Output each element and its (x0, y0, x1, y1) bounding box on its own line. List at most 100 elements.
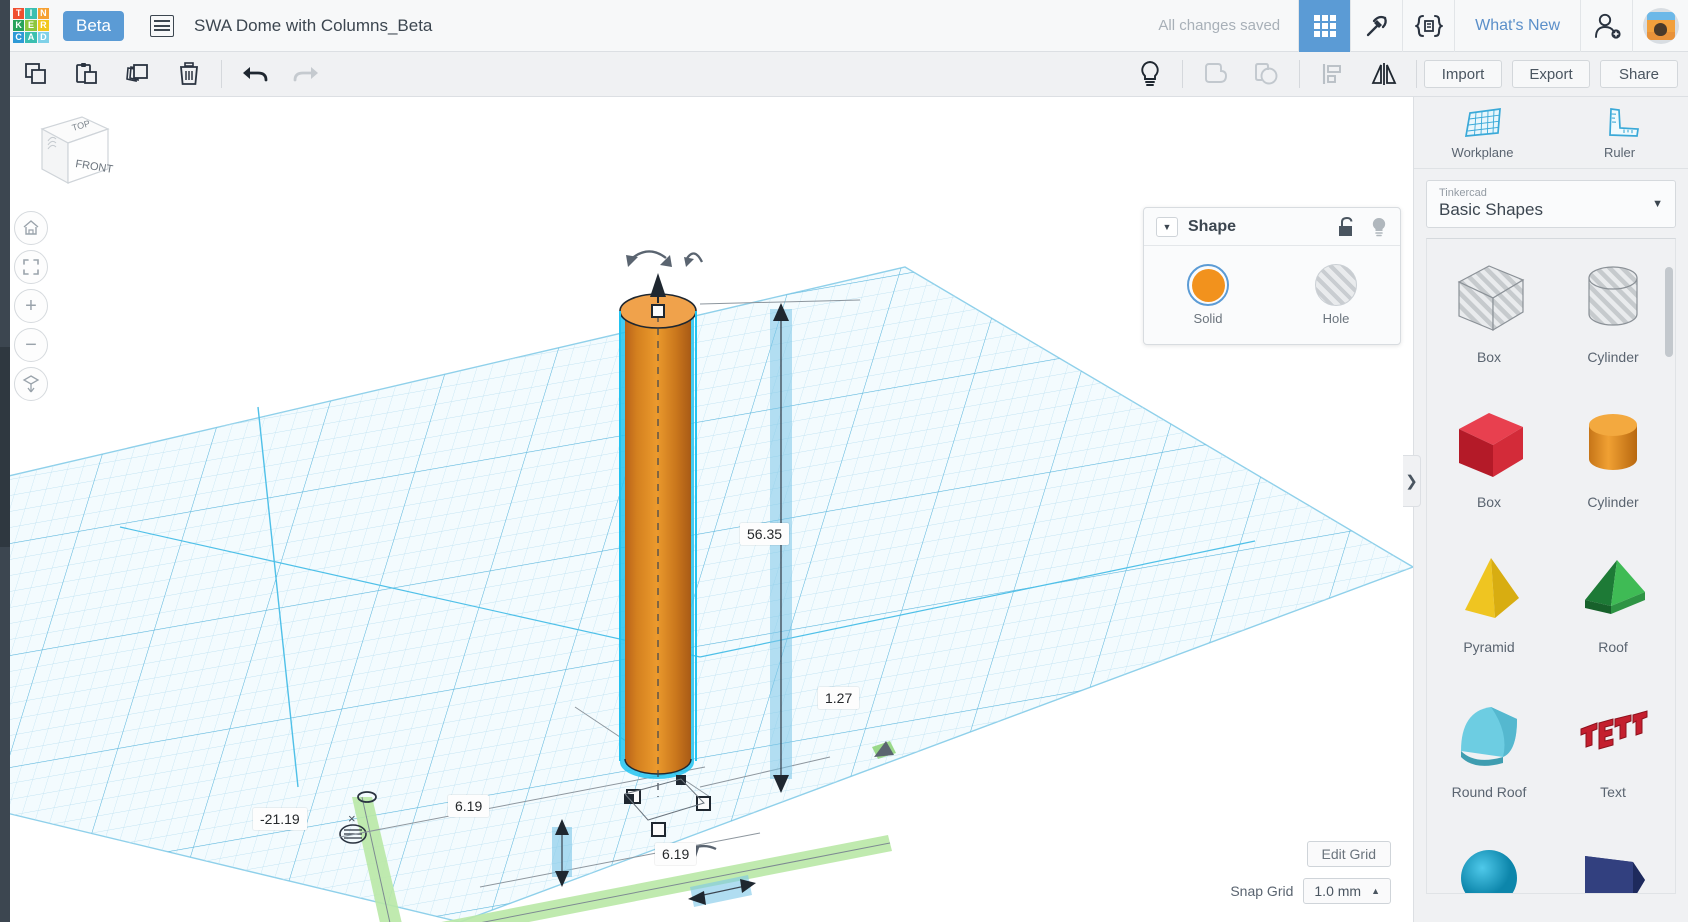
tinkercad-logo[interactable]: TINKERCAD (13, 7, 49, 44)
snap-grid-value: 1.0 mm (1314, 883, 1362, 899)
toolbar-divider-3 (1299, 60, 1300, 88)
ungroup-button[interactable] (1241, 52, 1292, 96)
snap-grid-row: Snap Grid 1.0 mm ▲ (1230, 878, 1391, 904)
copy-icon (24, 63, 46, 84)
import-button[interactable]: Import (1424, 60, 1502, 88)
whats-new-link[interactable]: What's New (1454, 0, 1580, 52)
panel-collapse-toggle[interactable]: ❯ (1403, 455, 1421, 507)
add-person-icon (1594, 13, 1621, 39)
align-button[interactable] (1307, 52, 1358, 96)
shape-properties-panel[interactable]: ▼ Shape Solid Hole (1143, 207, 1401, 345)
zoom-out-button[interactable]: − (14, 328, 48, 362)
shape-item-round-roof[interactable]: Round Roof (1427, 674, 1551, 819)
cylinder-icon (1571, 403, 1655, 488)
shape-item-hole-box[interactable]: Box (1427, 239, 1551, 384)
shape-item-hole-cylinder[interactable]: Cylinder (1551, 239, 1675, 384)
mirror-button[interactable] (1358, 52, 1409, 96)
lightbulb-icon-panel[interactable] (1370, 216, 1388, 238)
collapse-chevron-icon[interactable]: ▼ (1156, 216, 1178, 237)
ruler-icon (1608, 108, 1639, 137)
avatar-circle (1642, 7, 1679, 44)
workplane-tool-label: Workplane (1451, 145, 1514, 160)
viewport-left-rail-accent (0, 347, 10, 547)
zoom-in-button[interactable]: + (14, 289, 48, 323)
group-button[interactable] (1190, 52, 1241, 96)
width-dimension-label[interactable]: 6.19 (448, 795, 490, 817)
delete-button[interactable] (163, 52, 214, 96)
x-position-label[interactable]: -21.19 (253, 808, 307, 830)
width-dimension-indicator-left (552, 819, 572, 887)
round-roof-icon (1447, 693, 1531, 778)
grid-view-button[interactable] (1298, 0, 1351, 52)
copy-button[interactable] (10, 52, 61, 96)
shapes-grid[interactable]: Box Cylinder Box Cylinder Pyramid Roof R… (1426, 238, 1676, 894)
logo-tile-n: N (37, 7, 49, 19)
logo-tile-c: C (13, 32, 25, 44)
beta-badge[interactable]: Beta (63, 10, 124, 41)
shape-item-text-shape[interactable]: Text (1551, 674, 1675, 819)
shape-library-select[interactable]: Tinkercad Basic Shapes ▼ (1426, 180, 1676, 228)
shape-item-label: Cylinder (1587, 349, 1639, 365)
logo-tile-k: K (13, 19, 25, 32)
group-icon (1204, 63, 1227, 83)
logo-tile-i: I (25, 7, 37, 19)
view-cube[interactable]: TOP FRONT (24, 107, 114, 197)
fit-to-view-button[interactable] (14, 250, 48, 284)
redo-icon (293, 67, 318, 82)
undo-button[interactable] (229, 52, 280, 96)
library-name: Basic Shapes (1439, 200, 1543, 220)
toolbar-divider-4 (1416, 60, 1417, 88)
duplicate-icon (125, 64, 148, 83)
undo-icon (242, 67, 267, 82)
light-button[interactable] (1124, 52, 1175, 96)
shape-item-cylinder[interactable]: Cylinder (1551, 384, 1675, 529)
unlock-icon[interactable] (1336, 216, 1356, 238)
logo-tile-d: D (37, 32, 49, 44)
workplane-tool[interactable]: Workplane (1414, 97, 1551, 168)
export-button[interactable]: Export (1512, 60, 1590, 88)
shapes-sidebar: Workplane Ruler Tinkercad Basic Shapes ▼… (1413, 97, 1688, 922)
toolbar-divider (221, 60, 222, 88)
hole-option[interactable]: Hole (1315, 264, 1357, 326)
solid-option[interactable]: Solid (1187, 264, 1229, 326)
code-button[interactable] (1402, 0, 1454, 52)
scrollbar-thumb[interactable] (1665, 267, 1673, 357)
projection-toggle-button[interactable] (14, 367, 48, 401)
solid-swatch (1187, 264, 1229, 306)
shapes-scrollbar[interactable] (1665, 245, 1673, 889)
redo-button[interactable] (280, 52, 331, 96)
logo-tile-t: T (13, 7, 25, 19)
design-viewport[interactable]: × TOP FRONT + − ▼ Shape Solid Hole 56.35… (0, 97, 1413, 922)
shape-item-pyramid[interactable]: Pyramid (1427, 529, 1551, 674)
edit-grid-button[interactable]: Edit Grid (1306, 841, 1391, 867)
project-list-icon[interactable] (149, 14, 174, 37)
shape-item-roof[interactable]: Roof (1551, 529, 1675, 674)
paste-button[interactable] (61, 52, 112, 96)
height-dimension-label[interactable]: 56.35 (740, 523, 790, 545)
user-avatar[interactable] (1632, 0, 1688, 52)
shape-item-wedge[interactable]: Wedge (1551, 819, 1675, 893)
library-provider: Tinkercad (1439, 187, 1487, 200)
avatar-image (1646, 11, 1675, 40)
lightbulb-icon (1140, 61, 1159, 86)
project-title[interactable]: SWA Dome with Columns_Beta (194, 16, 432, 36)
shape-item-box[interactable]: Box (1427, 384, 1551, 529)
snap-grid-select[interactable]: 1.0 mm ▲ (1303, 878, 1391, 904)
depth-dimension-label[interactable]: 6.19 (655, 843, 697, 865)
duplicate-button[interactable] (112, 52, 163, 96)
shape-item-label: Pyramid (1463, 639, 1515, 655)
top-bar: TINKERCAD Beta SWA Dome with Columns_Bet… (0, 0, 1688, 52)
left-rail-decoration-2 (0, 51, 10, 97)
shape-panel-title: Shape (1188, 217, 1237, 235)
left-rail-decoration (0, 0, 10, 52)
ruler-tool[interactable]: Ruler (1551, 97, 1688, 168)
pyramid-icon (1447, 548, 1531, 633)
shape-item-label: Cylinder (1587, 494, 1639, 510)
logo-tile-r: R (37, 19, 49, 32)
home-view-button[interactable] (14, 211, 48, 245)
codeblocks-button[interactable] (1350, 0, 1402, 52)
shape-item-sphere[interactable]: Sphere (1427, 819, 1551, 893)
share-button[interactable]: Share (1600, 60, 1678, 88)
offset-dimension-label[interactable]: 1.27 (818, 687, 860, 709)
invite-person-button[interactable] (1580, 0, 1632, 52)
